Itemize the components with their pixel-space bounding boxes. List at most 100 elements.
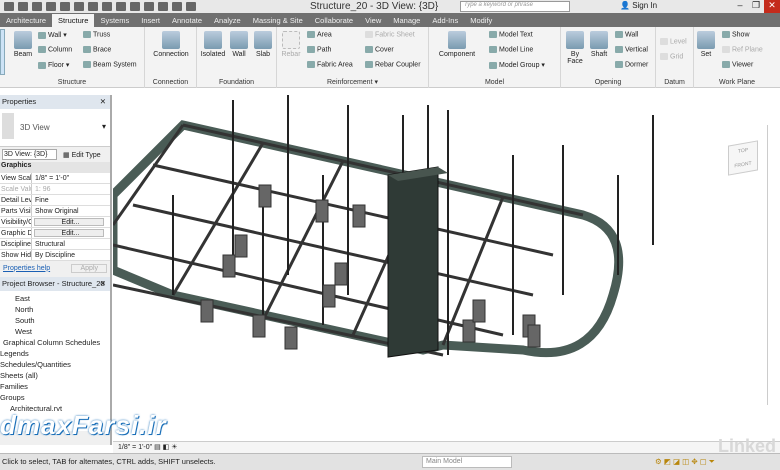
property-row[interactable]: Detail LevelFine (0, 195, 110, 206)
property-row[interactable]: Parts VisibilityShow Original (0, 206, 110, 217)
show-button[interactable]: Show (722, 31, 750, 38)
model-group-button[interactable]: Model Group ▾ (489, 61, 545, 69)
sign-in-button[interactable]: 👤 Sign In (620, 1, 657, 10)
property-value[interactable]: 1: 96 (32, 184, 110, 194)
edit-type-button[interactable]: ▦ Edit Type (63, 151, 101, 159)
floor-button[interactable]: Floor ▾ (38, 61, 69, 69)
rebar-coupler-button[interactable]: Rebar Coupler (365, 61, 421, 68)
browser-item[interactable]: Graphical Column Schedules (0, 337, 110, 348)
wall-opening-button[interactable]: Wall (615, 31, 638, 38)
model-line-button[interactable]: Model Line (489, 46, 533, 53)
viewer-button[interactable]: Viewer (722, 61, 753, 68)
tab-modify[interactable]: Modify (464, 14, 498, 27)
model-text-button[interactable]: Model Text (489, 31, 533, 38)
property-row[interactable]: Discipline Structural (0, 239, 110, 250)
property-value[interactable]: 1/8" = 1'-0" (32, 173, 110, 183)
print-icon[interactable] (74, 2, 84, 11)
column-button[interactable]: Column (38, 46, 72, 53)
property-value[interactable]: Fine (32, 195, 110, 205)
wall-foundation-button[interactable]: Wall (229, 31, 249, 58)
3d-view-icon[interactable] (130, 2, 140, 11)
level-button[interactable]: Level (660, 38, 687, 45)
tab-massing-site[interactable]: Massing & Site (247, 14, 309, 27)
truss-button[interactable]: Truss (83, 31, 110, 38)
cover-button[interactable]: Cover (365, 46, 394, 53)
measure-icon[interactable] (88, 2, 98, 11)
by-face-button[interactable]: By Face (563, 31, 587, 65)
modify-button[interactable] (0, 29, 5, 75)
3d-view-canvas[interactable]: TOP FRONT (113, 95, 780, 445)
search-input[interactable]: Type a keyword or phrase (460, 1, 570, 12)
path-button[interactable]: Path (307, 46, 331, 53)
switch-windows-icon[interactable] (186, 2, 196, 11)
property-value[interactable]: Structural (32, 239, 110, 249)
open-icon[interactable] (4, 2, 14, 11)
browser-item[interactable]: Families (0, 381, 110, 392)
component-button[interactable]: Component (433, 31, 481, 58)
fabric-area-button[interactable]: Fabric Area (307, 61, 353, 68)
close-hidden-icon[interactable] (172, 2, 182, 11)
property-row[interactable]: Visibility/GraphicsEdit... (0, 217, 110, 228)
dormer-button[interactable]: Dormer (615, 61, 648, 68)
browser-item[interactable]: North (0, 304, 110, 315)
property-value[interactable]: Edit... (34, 218, 104, 226)
browser-item[interactable]: Sheets (all) (0, 370, 110, 381)
property-row[interactable]: Show HiddenBy Discipline (0, 250, 110, 261)
minimize-button[interactable]: – (732, 0, 748, 13)
close-browser-icon[interactable]: ✕ (100, 277, 106, 291)
tab-annotate[interactable]: Annotate (166, 14, 208, 27)
browser-item[interactable]: Groups (0, 392, 110, 403)
workset-dropdown[interactable]: Main Model (422, 456, 512, 468)
isolated-button[interactable]: Isolated (199, 31, 227, 58)
navigation-bar[interactable] (767, 125, 772, 405)
sync-icon[interactable] (32, 2, 42, 11)
save-icon[interactable] (18, 2, 28, 11)
rebar-button[interactable]: Rebar (279, 31, 303, 58)
slab-button[interactable]: Slab (252, 31, 274, 58)
type-selector[interactable]: 3D View ▾ (0, 109, 110, 147)
view-scale-button[interactable]: 1/8" = 1'-0" (118, 444, 152, 451)
brace-button[interactable]: Brace (83, 46, 111, 53)
property-value[interactable]: By Discipline (32, 250, 110, 260)
property-value[interactable]: Show Original (32, 206, 110, 216)
tab-insert[interactable]: Insert (135, 14, 166, 27)
browser-item[interactable]: East (0, 293, 110, 304)
wall-button[interactable]: Wall ▾ (38, 31, 67, 39)
tab-collaborate[interactable]: Collaborate (309, 14, 359, 27)
tab-add-ins[interactable]: Add-Ins (426, 14, 464, 27)
tab-view[interactable]: View (359, 14, 387, 27)
browser-item[interactable]: Legends (0, 348, 110, 359)
tab-systems[interactable]: Systems (94, 14, 135, 27)
thin-lines-icon[interactable] (158, 2, 168, 11)
area-button[interactable]: Area (307, 31, 332, 38)
grid-button[interactable]: Grid (660, 53, 683, 60)
set-button[interactable]: Set (696, 31, 716, 58)
shaft-button[interactable]: Shaft (587, 31, 611, 58)
viewcube[interactable]: TOP FRONT (728, 140, 758, 176)
connection-button[interactable]: Connection (147, 31, 195, 58)
tag-icon[interactable] (102, 2, 112, 11)
browser-item[interactable]: South (0, 315, 110, 326)
fabric-sheet-button[interactable]: Fabric Sheet (365, 31, 415, 38)
maximize-button[interactable]: ❐ (748, 0, 764, 13)
property-value[interactable]: Edit... (34, 229, 104, 237)
sun-path-icon[interactable]: ☀ (171, 444, 177, 451)
tab-analyze[interactable]: Analyze (208, 14, 247, 27)
beam-system-button[interactable]: Beam System (83, 61, 137, 68)
text-icon[interactable] (116, 2, 126, 11)
close-properties-icon[interactable]: ✕ (100, 95, 106, 109)
selection-filter-icons[interactable]: ⚙ ◩ ◪ ◫ ✥ ▢ ⏷ (655, 454, 715, 470)
redo-icon[interactable] (60, 2, 70, 11)
tab-architecture[interactable]: Architecture (0, 14, 52, 27)
properties-help-link[interactable]: Properties help (3, 265, 50, 272)
detail-level-icon[interactable]: ▤ (154, 444, 161, 451)
property-row[interactable]: Scale Value1: 96 (0, 184, 110, 195)
section-icon[interactable] (144, 2, 154, 11)
ref-plane-button[interactable]: Ref Plane (722, 46, 763, 53)
visual-style-icon[interactable]: ◧ (163, 444, 170, 451)
property-row[interactable]: View Scale1/8" = 1'-0" (0, 173, 110, 184)
beam-button[interactable]: Beam (10, 31, 36, 58)
vertical-button[interactable]: Vertical (615, 46, 648, 53)
property-row[interactable]: Graphic DisplayEdit... (0, 228, 110, 239)
tab-structure[interactable]: Structure (52, 14, 95, 27)
